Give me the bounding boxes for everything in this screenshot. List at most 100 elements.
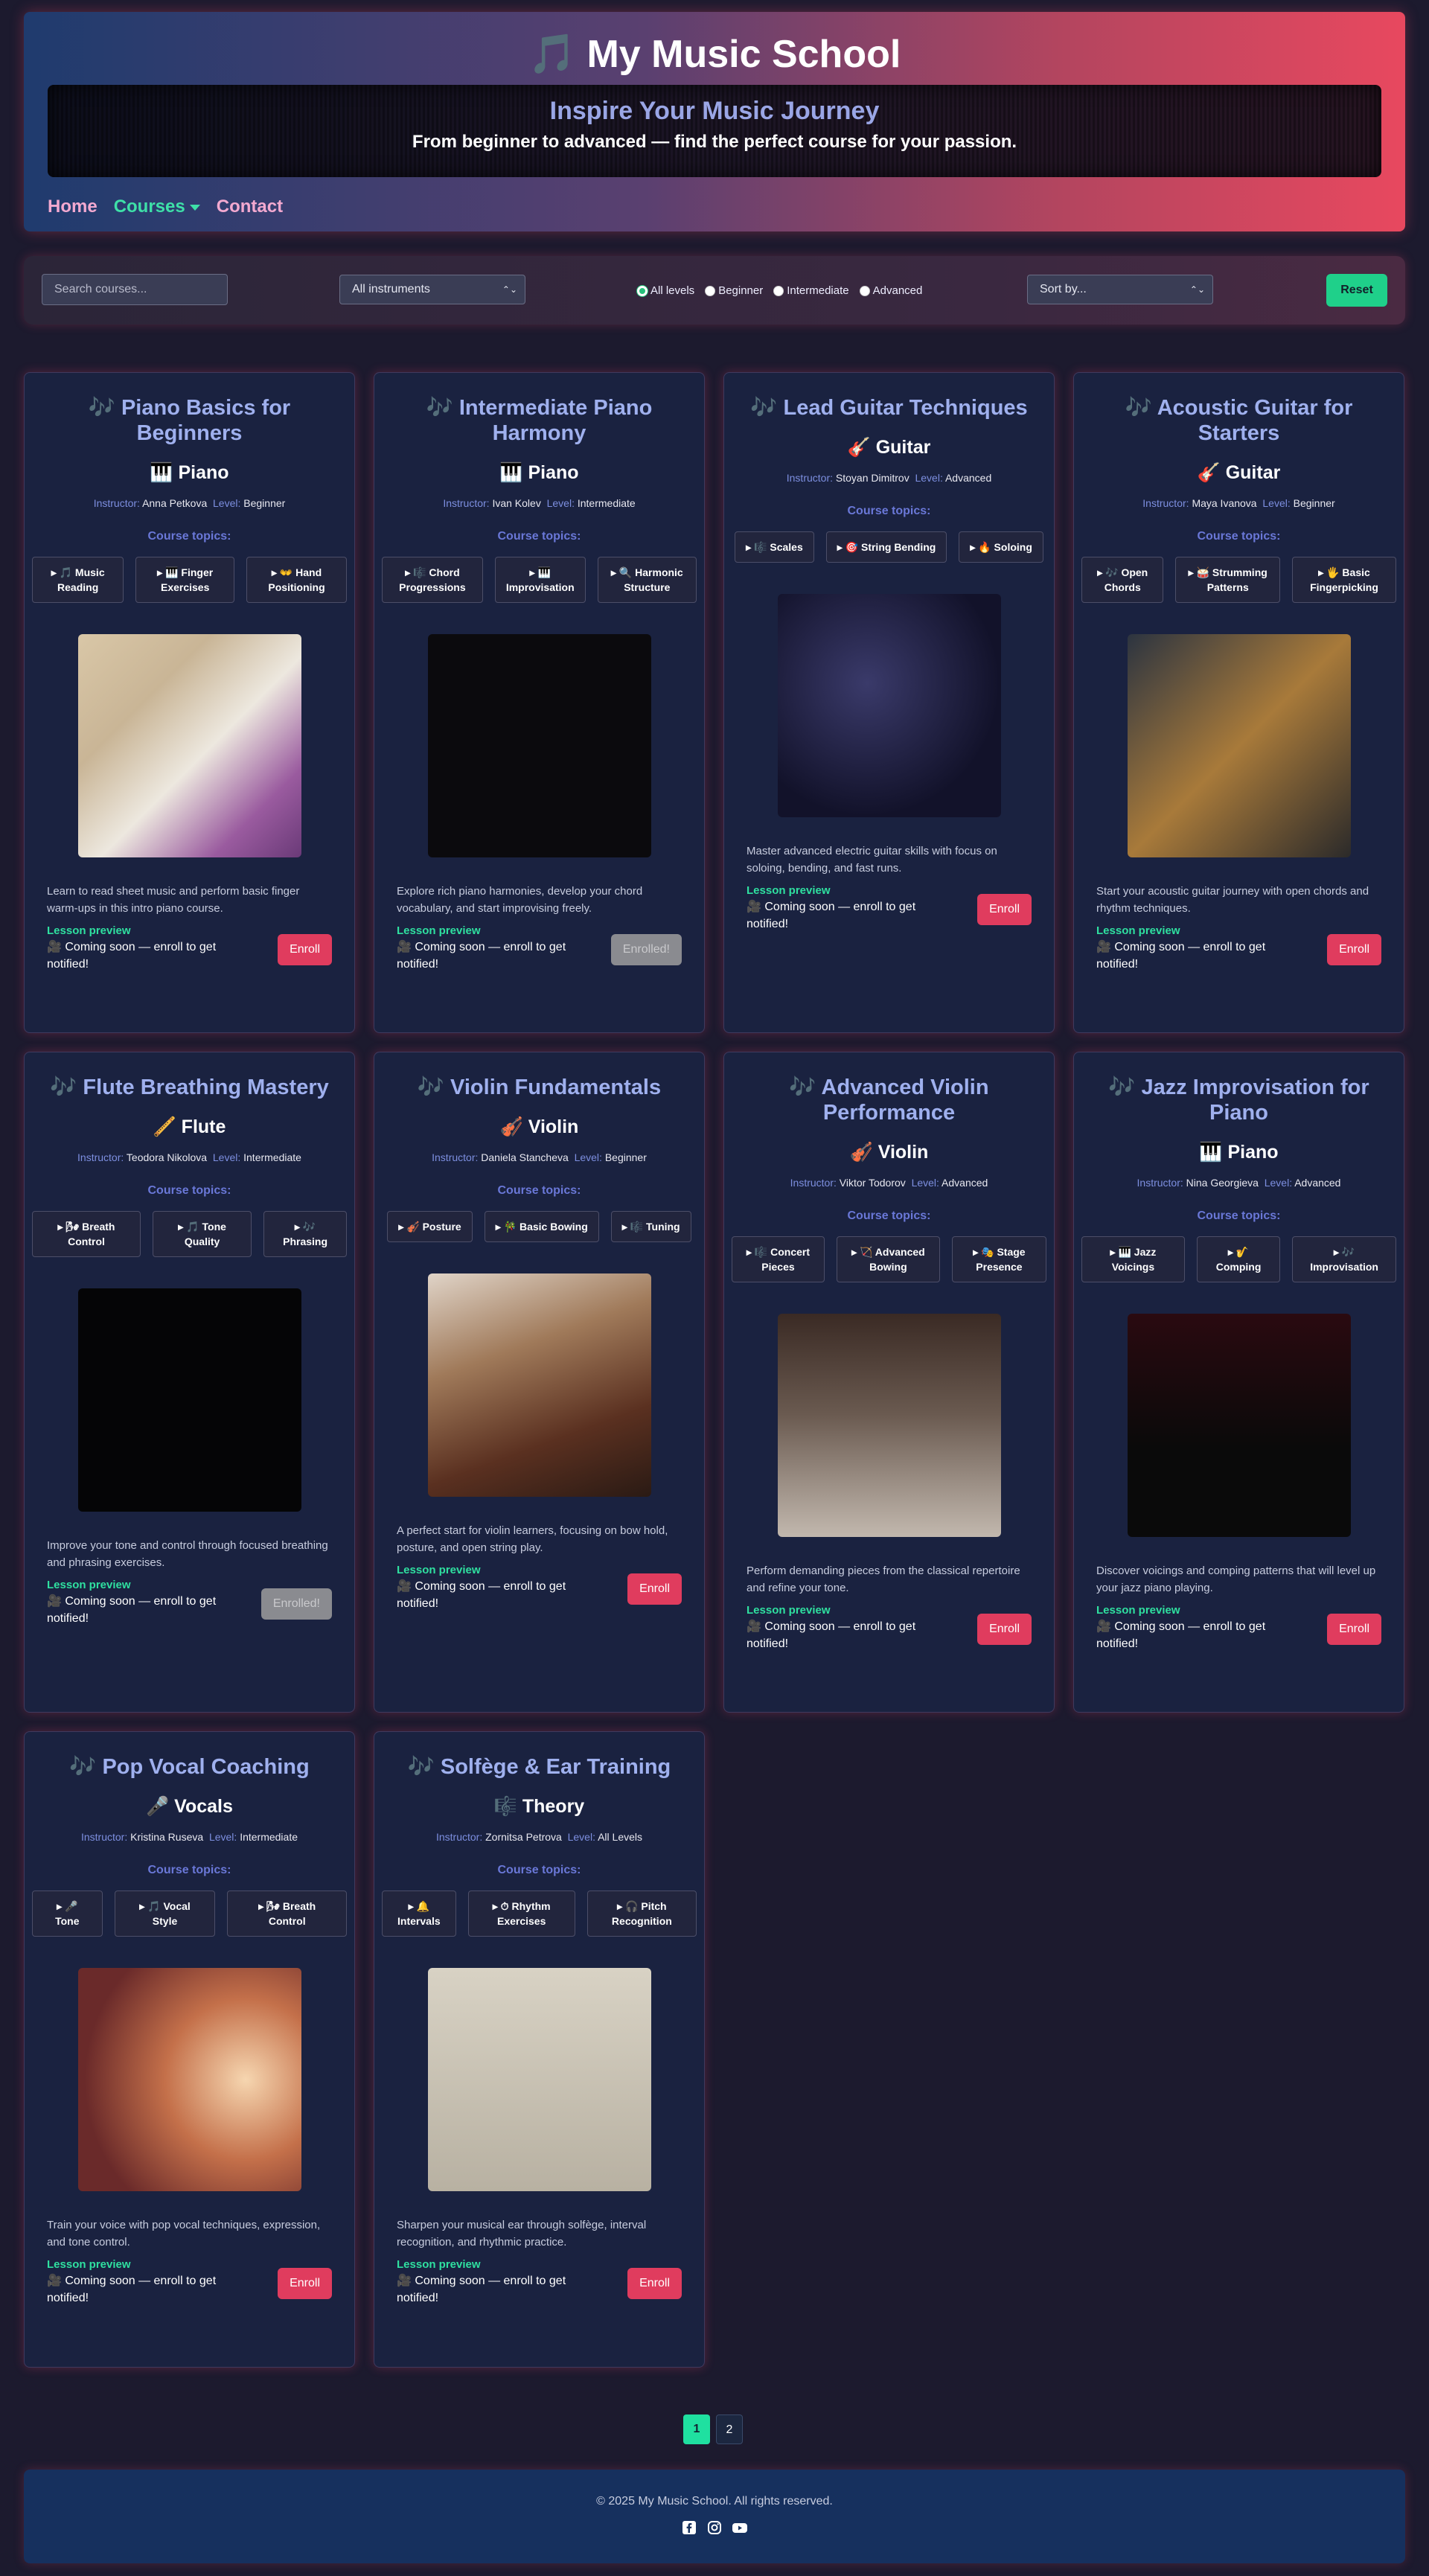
enroll-button[interactable]: Enroll xyxy=(278,934,332,965)
topics-label: Course topics: xyxy=(1197,530,1281,543)
radio-label: Beginner xyxy=(718,284,764,297)
lesson-preview: 🎥 Coming soon — enroll to get notified! … xyxy=(747,1614,1032,1652)
enroll-button[interactable]: Enrolled! xyxy=(260,1588,332,1620)
radio-label: All levels xyxy=(650,284,695,297)
level-value: Beginner xyxy=(243,497,286,509)
course-description: Sharpen your musical ear through solfège… xyxy=(397,2219,647,2249)
lesson-preview: 🎥 Coming soon — enroll to get notified! … xyxy=(47,2268,332,2307)
course-instrument: 🪈 Flute xyxy=(153,1116,226,1137)
topic-list: ▸ 🔔 Intervals ▸ ⏱ Rhythm Exercises ▸ 🎧 Pit… xyxy=(374,1891,704,1937)
enroll-button[interactable]: Enroll xyxy=(977,1614,1032,1645)
site-header: 🎵 My Music School Inspire Your Music Jour… xyxy=(24,12,1405,231)
course-instrument: 🎻 Violin xyxy=(499,1116,579,1137)
topics-label: Course topics: xyxy=(847,1209,931,1222)
topics-label: Course topics: xyxy=(497,1184,581,1197)
page-button-2[interactable]: 2 xyxy=(716,2414,743,2444)
topics-label: Course topics: xyxy=(497,530,581,543)
course-title: 🎶 Violin Fundamentals xyxy=(417,1076,662,1099)
sort-select[interactable]: Sort by... ⌃⌄ xyxy=(1027,275,1213,304)
enroll-button[interactable]: Enrolled! xyxy=(610,934,682,965)
coming-soon-text: 🎥 Coming soon — enroll to get notified! xyxy=(47,941,217,971)
instructor-label: Instructor: xyxy=(443,497,490,509)
level-value: Beginner xyxy=(1293,497,1335,509)
topic-chip: ▸ 🌬 Breath Control xyxy=(227,1891,347,1937)
instructor-name: Teodora Nikolova xyxy=(126,1151,208,1163)
instructor-name: Stoyan Dimitrov xyxy=(835,472,909,484)
course-description: Start your acoustic guitar journey with … xyxy=(1096,885,1369,915)
lesson-preview: 🎥 Coming soon — enroll to get notified! … xyxy=(1096,934,1381,973)
topic-list: ▸ 🎼 Scales ▸ 🎯 String Bending ▸ 🔥 Soloing xyxy=(724,531,1054,563)
enroll-button[interactable]: Enroll xyxy=(1327,1614,1381,1645)
pagination: 1 2 xyxy=(683,2414,743,2444)
course-title: 🎶 Intermediate Piano Harmony xyxy=(426,396,653,445)
facebook-icon[interactable] xyxy=(682,2520,697,2535)
radio-dot[interactable] xyxy=(637,285,648,296)
coming-soon-text: 🎥 Coming soon — enroll to get notified! xyxy=(397,1580,566,1610)
nav-courses[interactable]: Courses xyxy=(114,196,200,217)
radio-intermediate[interactable]: Intermediate xyxy=(773,284,849,297)
nav-contact[interactable]: Contact xyxy=(217,196,283,217)
course-instrument: 🎼 Theory xyxy=(493,1796,585,1817)
level-label: Level: xyxy=(213,497,241,509)
radio-dot[interactable] xyxy=(773,285,784,296)
course-instrument: 🎹 Piano xyxy=(499,462,579,483)
enroll-button[interactable]: Enroll xyxy=(627,1573,682,1605)
course-description: Perform demanding pieces from the classi… xyxy=(747,1565,1020,1594)
course-instrument: 🎸 Guitar xyxy=(1197,462,1281,483)
topic-chip: ▸ 🎹 Jazz Voicings xyxy=(1081,1236,1185,1282)
search-input[interactable] xyxy=(42,274,228,305)
instructor-label: Instructor: xyxy=(786,472,833,484)
nav-home[interactable]: Home xyxy=(48,196,97,217)
coming-soon-text: 🎥 Coming soon — enroll to get notified! xyxy=(747,1620,916,1650)
page-button-1[interactable]: 1 xyxy=(683,2414,710,2444)
course-description: Train your voice with pop vocal techniqu… xyxy=(47,2219,321,2249)
course-image xyxy=(77,1288,301,1512)
instagram-icon[interactable] xyxy=(707,2520,722,2535)
lesson-preview: 🎥 Coming soon — enroll to get notified! … xyxy=(747,894,1032,933)
instructor-name: Kristina Ruseva xyxy=(130,1831,204,1843)
filter-bar: All instruments ⌃⌄ All levels Beginner I… xyxy=(24,256,1405,325)
reset-button[interactable]: Reset xyxy=(1326,274,1387,307)
radio-beginner[interactable]: Beginner xyxy=(705,284,763,297)
course-title: 🎶 Lead Guitar Techniques xyxy=(750,396,1028,420)
topic-chip: ▸ 🔥 Soloing xyxy=(959,531,1043,563)
instructor-name: Ivan Kolev xyxy=(492,497,541,509)
course-image xyxy=(777,1314,1001,1537)
coming-soon-text: 🎥 Coming soon — enroll to get notified! xyxy=(47,1595,217,1625)
instructor-label: Instructor: xyxy=(1142,497,1189,509)
course-image xyxy=(1127,634,1351,857)
level-value: Beginner xyxy=(604,1151,647,1163)
course-image xyxy=(427,1273,651,1497)
enroll-button[interactable]: Enroll xyxy=(278,2268,332,2299)
radio-label: Advanced xyxy=(872,284,923,297)
topic-chip: ▸ 🔔 Intervals xyxy=(382,1891,456,1937)
enroll-button[interactable]: Enroll xyxy=(1327,934,1381,965)
lesson-preview: 🎥 Coming soon — enroll to get notified! … xyxy=(1096,1614,1381,1652)
instrument-select[interactable]: All instruments ⌃⌄ xyxy=(339,275,525,304)
topic-chip: ▸ 🎼 Tuning xyxy=(610,1211,691,1242)
course-card: 🎶 Solfège & Ear Training 🎼 Theory Instru… xyxy=(374,1731,705,2368)
topic-chip: ▸ 🏹 Advanced Bowing xyxy=(836,1236,940,1282)
radio-dot[interactable] xyxy=(705,285,716,296)
radio-dot[interactable] xyxy=(859,285,870,296)
level-value: Intermediate xyxy=(240,1831,298,1843)
course-description: A perfect start for violin learners, foc… xyxy=(397,1524,668,1554)
level-label: Level: xyxy=(1264,1177,1293,1189)
lesson-preview: 🎥 Coming soon — enroll to get notified! … xyxy=(47,1588,332,1627)
course-title: 🎶 Solfège & Ear Training xyxy=(407,1755,671,1779)
hero-subtitle: From beginner to advanced — find the per… xyxy=(412,132,1017,152)
chevron-updown-icon: ⌃⌄ xyxy=(502,284,517,295)
radio-all-levels[interactable]: All levels xyxy=(637,284,694,297)
topic-chip: ▸ 🎹 Finger Exercises xyxy=(135,557,235,603)
course-meta: Instructor: Nina Georgieva Level: Advanc… xyxy=(1074,1177,1404,1189)
topic-chip: ▸ 🎶 Open Chords xyxy=(1081,557,1164,603)
radio-advanced[interactable]: Advanced xyxy=(859,284,923,297)
enroll-button[interactable]: Enroll xyxy=(627,2268,682,2299)
topic-chip: ▸ 🎯 String Bending xyxy=(825,531,947,563)
site-title-text: My Music School xyxy=(586,33,901,76)
course-card: 🎶 Acoustic Guitar for Starters 🎸 Guitar … xyxy=(1073,372,1404,1033)
youtube-icon[interactable] xyxy=(732,2520,747,2535)
enroll-button[interactable]: Enroll xyxy=(977,894,1032,925)
course-title: 🎶 Pop Vocal Coaching xyxy=(69,1755,310,1779)
course-card: 🎶 Pop Vocal Coaching 🎤 Vocals Instructor… xyxy=(24,1731,355,2368)
